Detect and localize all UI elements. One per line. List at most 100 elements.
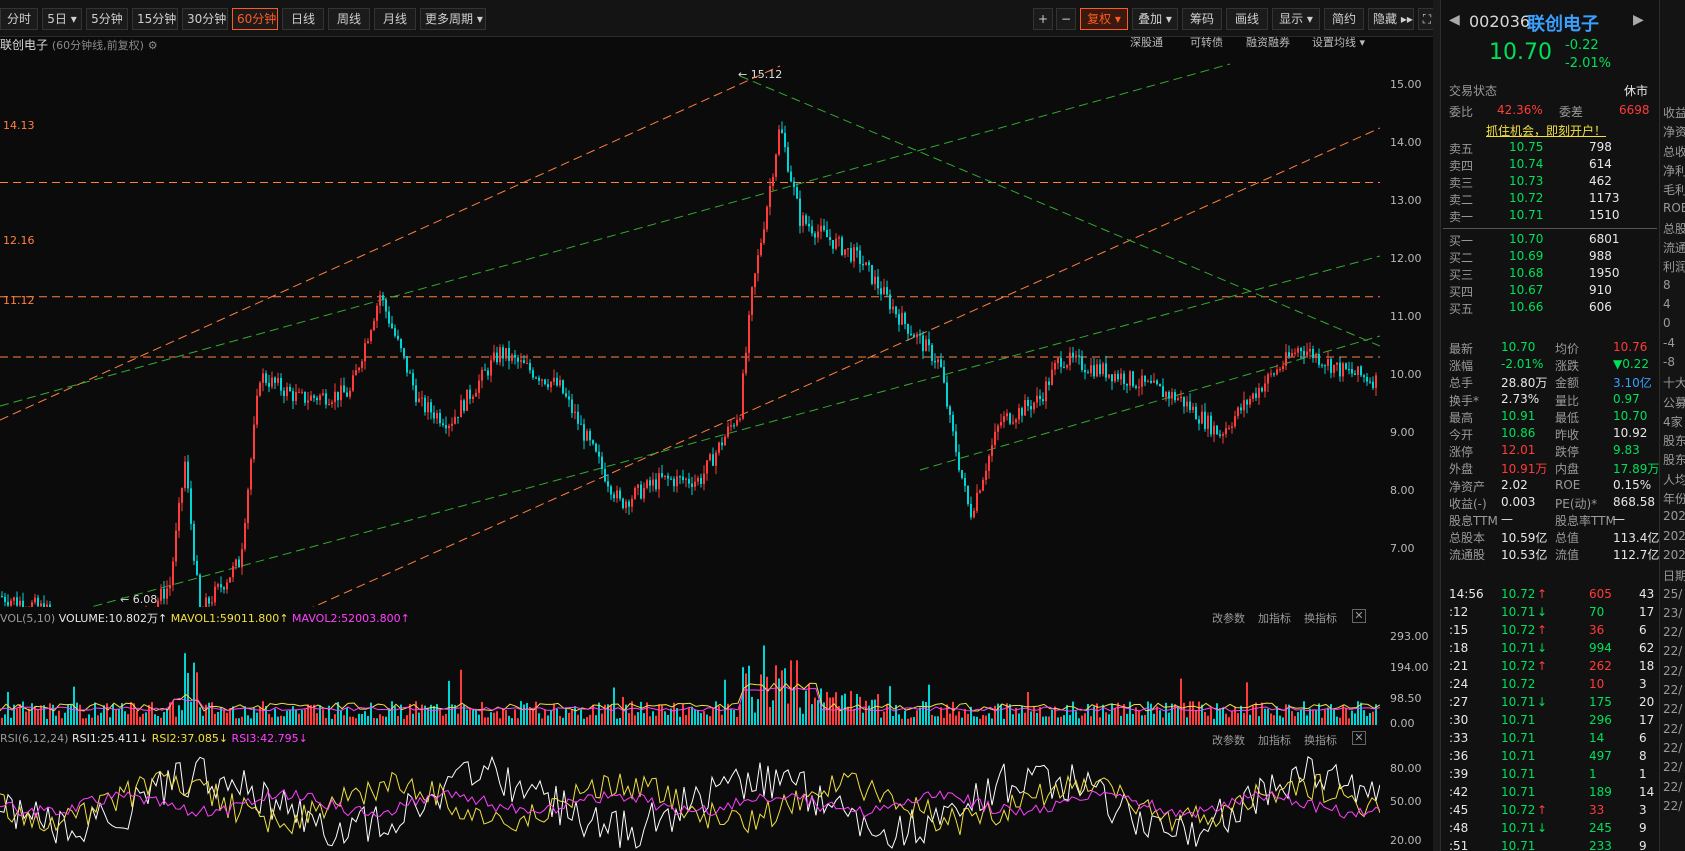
arrow-down-icon: ↓: [1537, 641, 1548, 655]
volume-chart[interactable]: [0, 625, 1380, 725]
volume-bar: [550, 710, 552, 725]
sell-level-row: 卖一 10.71 1510: [1449, 208, 1659, 225]
candle-body: [517, 357, 519, 362]
next-stock-button[interactable]: ▶: [1633, 12, 1644, 28]
stat-row: 股息TTM — 股息率TTM —: [1449, 512, 1659, 529]
candle-body: [580, 423, 582, 425]
candle-body: [625, 501, 627, 509]
candle-body: [1294, 352, 1296, 354]
candle-body: [13, 597, 15, 601]
candle-body: [418, 398, 420, 402]
candle-body: [544, 379, 546, 385]
candle-body: [781, 129, 783, 133]
volume-bar: [793, 687, 795, 725]
candle-body: [703, 473, 705, 484]
chevron-down-icon: ▾: [1303, 12, 1313, 26]
stat-label: 最高: [1449, 410, 1474, 425]
period-day[interactable]: 日线: [282, 8, 324, 30]
rsi-chart[interactable]: [0, 748, 1380, 851]
volume-bar: [760, 674, 762, 725]
volume-bar: [1138, 710, 1140, 725]
period-5min[interactable]: 5分钟: [86, 8, 128, 30]
period-month[interactable]: 月线: [374, 8, 416, 30]
candle-body: [841, 237, 843, 255]
stat-row: 流通股 10.53亿 流值 112.7亿: [1449, 546, 1659, 563]
volume-bar: [1057, 717, 1059, 725]
candle-body: [328, 404, 330, 406]
rsi-edit-params[interactable]: 改参数: [1212, 732, 1245, 748]
candle-body: [1018, 408, 1020, 420]
chips-button[interactable]: 筹码: [1182, 8, 1222, 30]
vol-add-indicator[interactable]: 加指标: [1258, 610, 1291, 626]
rsi-close-button[interactable]: ✕: [1352, 731, 1366, 745]
candle-body: [1024, 399, 1026, 416]
open-account-link[interactable]: 抓住机会，即刻开户！: [1486, 122, 1606, 139]
period-15min[interactable]: 15分钟: [132, 8, 178, 30]
volume-bar: [1219, 708, 1221, 725]
volume-bar: [883, 711, 885, 725]
candle-body: [172, 561, 174, 586]
volume-bar: [394, 706, 396, 725]
prev-stock-button[interactable]: ◀: [1449, 12, 1460, 28]
simple-button[interactable]: 简约: [1324, 8, 1364, 30]
hide-button[interactable]: 隐藏 ▸▸: [1368, 8, 1414, 30]
candle-body: [322, 393, 324, 396]
f10-side-label: 22/: [1663, 798, 1683, 813]
candle-body: [505, 348, 507, 359]
volume-bar: [1339, 717, 1341, 725]
arrow-up-icon: ↑: [1537, 587, 1548, 601]
vol-switch-indicator[interactable]: 换指标: [1304, 610, 1337, 626]
stat-value: 112.7亿: [1613, 548, 1660, 563]
candlestick-chart[interactable]: [0, 52, 1380, 607]
candle-body: [31, 602, 33, 607]
candle-body: [877, 276, 879, 289]
candle-body: [748, 314, 750, 353]
candle-body: [1375, 375, 1377, 388]
volume-bar: [295, 709, 297, 725]
volume-bar: [511, 718, 513, 725]
price-axis-label: 7.00: [1390, 542, 1415, 555]
volume-bar: [1051, 709, 1053, 725]
period-60min[interactable]: 60分钟: [232, 8, 278, 30]
candle-body: [556, 377, 558, 386]
zoom-out-button[interactable]: −: [1056, 8, 1076, 30]
restore-rights-button[interactable]: 复权 ▾: [1080, 8, 1128, 30]
candle-body: [772, 176, 774, 187]
period-5day[interactable]: 5日 ▾: [42, 8, 82, 30]
rsi-switch-indicator[interactable]: 换指标: [1304, 732, 1337, 748]
rsi-add-indicator[interactable]: 加指标: [1258, 732, 1291, 748]
period-more[interactable]: 更多周期 ▾: [420, 8, 486, 30]
period-30min[interactable]: 30分钟: [182, 8, 228, 30]
candle-body: [1027, 399, 1029, 407]
volume-bar: [262, 701, 264, 725]
tick-time: :12: [1449, 605, 1469, 619]
volume-bar: [58, 710, 60, 725]
overlay-button[interactable]: 叠加 ▾: [1132, 8, 1178, 30]
candle-body: [679, 476, 681, 478]
link-margin[interactable]: 融资融券: [1246, 34, 1290, 50]
zoom-in-button[interactable]: +: [1033, 8, 1053, 30]
volume-bar: [751, 696, 753, 725]
gear-icon[interactable]: ⚙: [148, 39, 158, 52]
display-button[interactable]: 显示 ▾: [1272, 8, 1320, 30]
draw-line-button[interactable]: 画线: [1226, 8, 1268, 30]
candle-body: [1135, 386, 1137, 388]
candle-body: [601, 456, 603, 469]
volume-bar: [1306, 715, 1308, 725]
volume-bar: [1231, 711, 1233, 725]
volume-bar: [1165, 702, 1167, 725]
candle-body: [472, 396, 474, 399]
vol-edit-params[interactable]: 改参数: [1212, 610, 1245, 626]
rsi1-value: RSI1:25.411: [71, 732, 140, 745]
panel-splitter[interactable]: [1433, 0, 1440, 851]
period-week[interactable]: 周线: [328, 8, 370, 30]
period-fenshi[interactable]: 分时: [0, 8, 38, 30]
volume-bar: [115, 709, 117, 725]
link-shengutong[interactable]: 深股通: [1130, 34, 1163, 50]
link-ma-settings[interactable]: 设置均线 ▾: [1312, 34, 1365, 50]
candle-body: [1231, 426, 1233, 428]
link-convertible[interactable]: 可转债: [1190, 34, 1223, 50]
volume-bar: [913, 717, 915, 725]
vol-close-button[interactable]: ✕: [1352, 609, 1366, 623]
volume-bar: [1042, 716, 1044, 725]
